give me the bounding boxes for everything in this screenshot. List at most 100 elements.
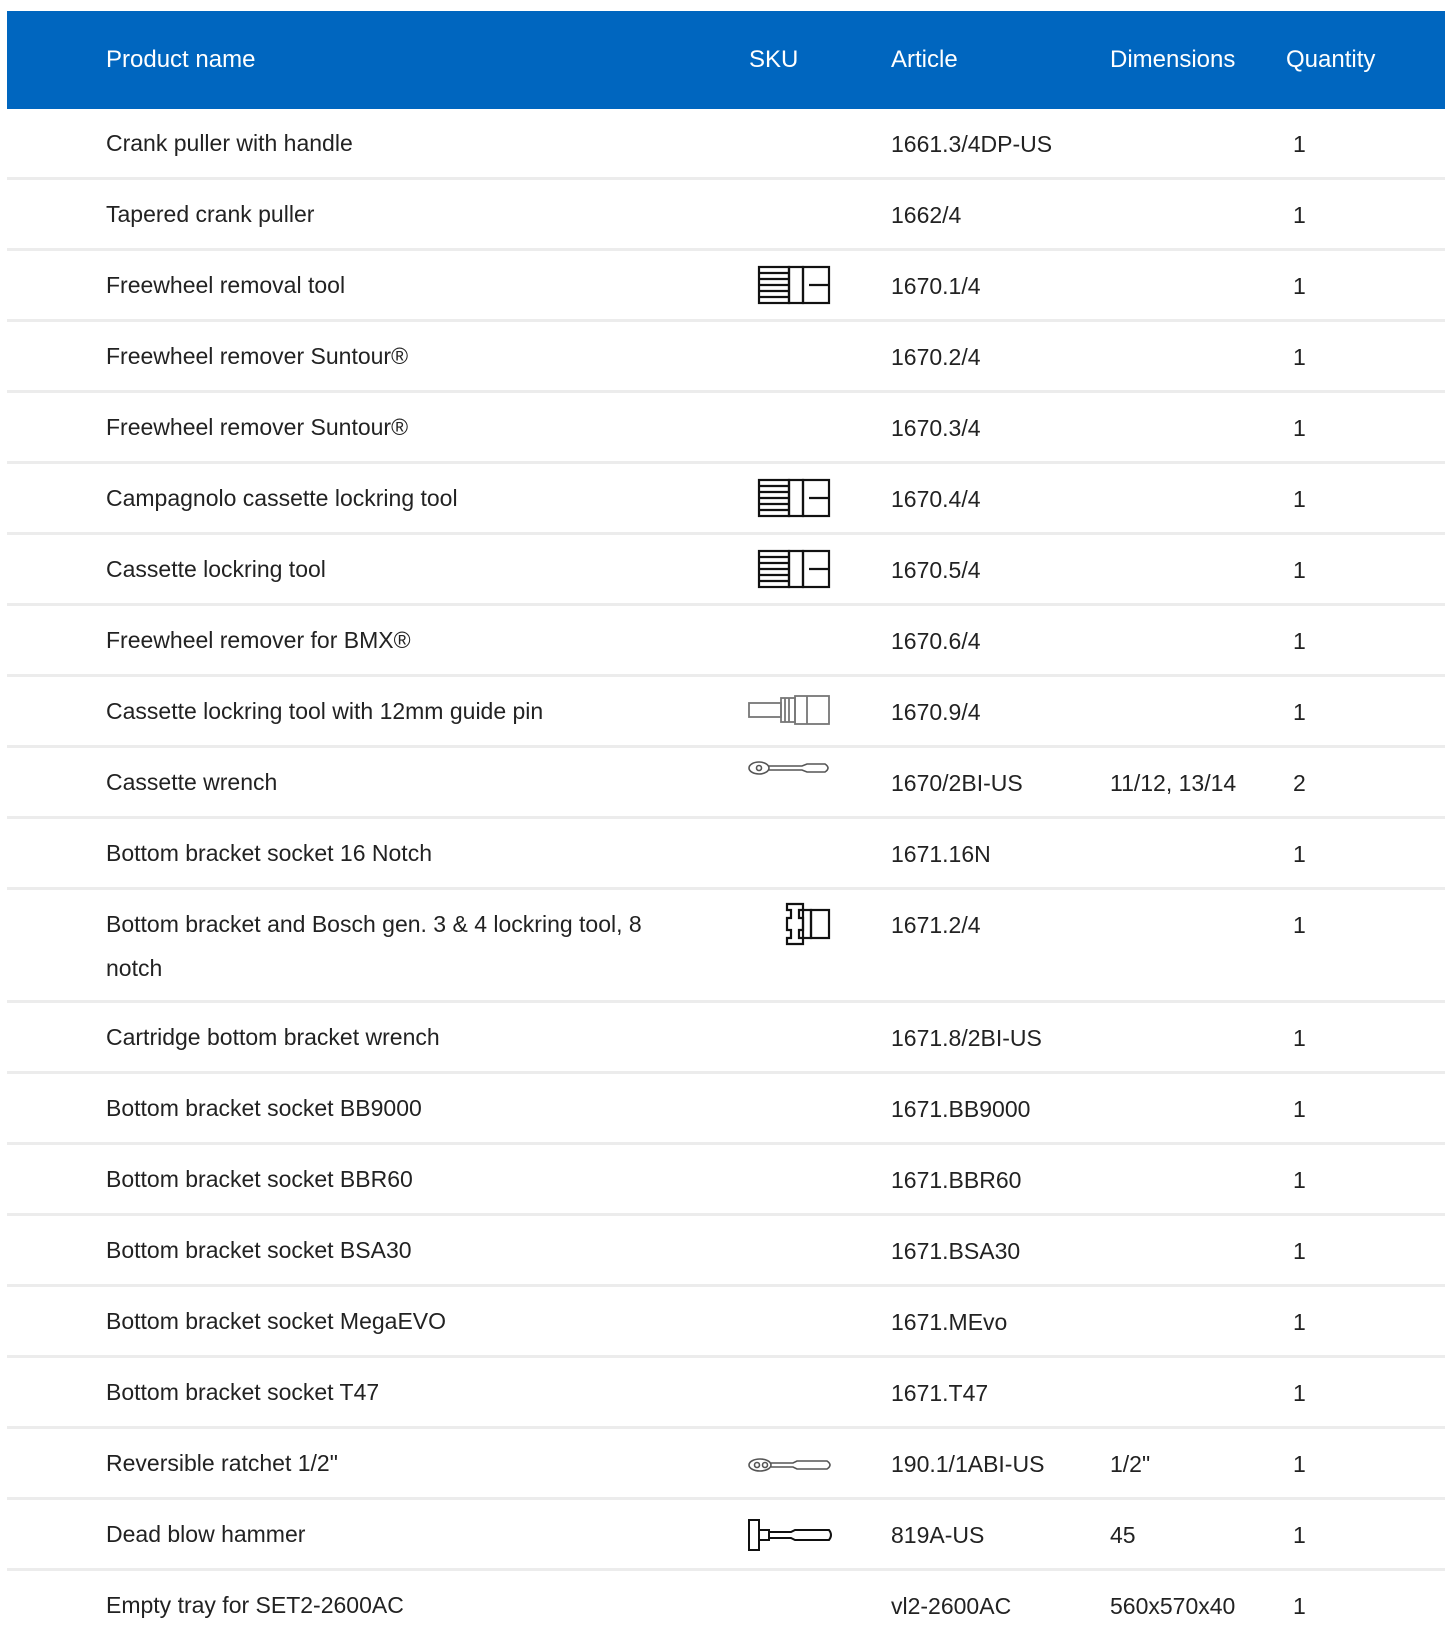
article-cell: 1670.1/4 bbox=[891, 273, 981, 299]
article-cell: 1671.MEvo bbox=[891, 1309, 1008, 1335]
product-name-cell: Cartridge bottom bracket wrench bbox=[106, 1024, 440, 1050]
header-article[interactable]: Article bbox=[891, 46, 958, 74]
header-dimensions[interactable]: Dimensions bbox=[1110, 46, 1235, 74]
article-cell: 1670.6/4 bbox=[891, 628, 981, 654]
table-row: Dead blow hammer 819A-US 45 1 bbox=[7, 1500, 1445, 1571]
product-name-cell: Cassette lockring tool with 12mm guide p… bbox=[106, 698, 544, 724]
product-name-cell: Bottom bracket and Bosch gen. 3 & 4 lock… bbox=[106, 911, 642, 981]
table-row: Crank puller with handle 1661.3/4DP-US 1 bbox=[7, 109, 1445, 180]
article-cell: 1671.8/2BI-US bbox=[891, 1025, 1042, 1051]
socket-icon bbox=[747, 257, 837, 313]
dimensions-cell: 11/12, 13/14 bbox=[1110, 770, 1237, 796]
article-cell: 1671.BSA30 bbox=[891, 1238, 1021, 1264]
quantity-cell: 1 bbox=[1293, 1096, 1306, 1122]
article-cell: 1671.16N bbox=[891, 841, 991, 867]
dimensions-cell: 1/2" bbox=[1110, 1451, 1151, 1477]
table-row: Empty tray for SET2-2600AC vl2-2600AC 560x… bbox=[7, 1571, 1445, 1639]
quantity-cell: 2 bbox=[1293, 770, 1306, 796]
product-name-cell: Dead blow hammer bbox=[106, 1521, 306, 1547]
article-cell: 819A-US bbox=[891, 1522, 985, 1548]
table-row: Bottom bracket socket BSA30 1671.BSA30 1 bbox=[7, 1216, 1445, 1287]
quantity-cell: 1 bbox=[1293, 1238, 1306, 1264]
hammer-icon bbox=[747, 1506, 837, 1562]
quantity-cell: 1 bbox=[1293, 1025, 1306, 1051]
wrench-icon bbox=[747, 754, 837, 810]
quantity-cell: 1 bbox=[1293, 628, 1306, 654]
product-name-cell: Campagnolo cassette lockring tool bbox=[106, 485, 458, 511]
product-name-cell: Bottom bracket socket MegaEVO bbox=[106, 1308, 447, 1334]
article-cell: 1671.BBR60 bbox=[891, 1167, 1022, 1193]
quantity-cell: 1 bbox=[1293, 1451, 1306, 1477]
quantity-cell: 1 bbox=[1293, 131, 1306, 157]
article-cell: vl2-2600AC bbox=[891, 1593, 1012, 1619]
product-name-cell: Bottom bracket socket 16 Notch bbox=[106, 840, 432, 866]
product-table: Product name SKU Article Dimensions Quan… bbox=[7, 11, 1445, 1639]
table-row: Bottom bracket socket BB9000 1671.BB9000 1 bbox=[7, 1074, 1445, 1145]
quantity-cell: 1 bbox=[1293, 344, 1306, 370]
dimensions-cell: 45 bbox=[1110, 1522, 1136, 1548]
article-cell: 1670/2BI-US bbox=[891, 770, 1023, 796]
product-name-cell: Cassette wrench bbox=[106, 769, 278, 795]
product-name-cell: Reversible ratchet 1/2" bbox=[106, 1450, 338, 1476]
table-row: Campagnolo cassette lockring tool 1670.4/… bbox=[7, 464, 1445, 535]
notch-socket-icon bbox=[747, 896, 837, 952]
article-cell: 1671.BB9000 bbox=[891, 1096, 1031, 1122]
article-cell: 1670.9/4 bbox=[891, 699, 981, 725]
header-sku[interactable]: SKU bbox=[749, 46, 798, 74]
table-row: Freewheel remover Suntour® 1670.2/4 1 bbox=[7, 322, 1445, 393]
quantity-cell: 1 bbox=[1293, 912, 1306, 938]
table-header: Product name SKU Article Dimensions Quan… bbox=[7, 11, 1445, 109]
product-name-cell: Empty tray for SET2-2600AC bbox=[106, 1592, 404, 1618]
product-name-cell: Bottom bracket socket BB9000 bbox=[106, 1095, 422, 1121]
article-cell: 1671.T47 bbox=[891, 1380, 989, 1406]
socket-icon bbox=[747, 541, 837, 597]
table-row: Reversible ratchet 1/2" 190.1/1ABI-US 1/2"… bbox=[7, 1429, 1445, 1500]
product-name-cell: Bottom bracket socket BBR60 bbox=[106, 1166, 413, 1192]
article-cell: 1670.5/4 bbox=[891, 557, 981, 583]
ratchet-icon bbox=[747, 1435, 837, 1491]
article-cell: 1670.3/4 bbox=[891, 415, 981, 441]
table-row: Cassette lockring tool 1670.5/4 1 bbox=[7, 535, 1445, 606]
product-name-cell: Bottom bracket socket T47 bbox=[106, 1379, 380, 1405]
table-row: Freewheel removal tool 1670.1/4 1 bbox=[7, 251, 1445, 322]
quantity-cell: 1 bbox=[1293, 1167, 1306, 1193]
table-row: Cartridge bottom bracket wrench 1671.8/2B… bbox=[7, 1003, 1445, 1074]
dimensions-cell: 560x570x40 bbox=[1110, 1593, 1236, 1619]
quantity-cell: 1 bbox=[1293, 1309, 1306, 1335]
article-cell: 1661.3/4DP-US bbox=[891, 131, 1053, 157]
product-name-cell: Crank puller with handle bbox=[106, 130, 353, 156]
table-row: Bottom bracket socket BBR60 1671.BBR60 1 bbox=[7, 1145, 1445, 1216]
quantity-cell: 1 bbox=[1293, 557, 1306, 583]
quantity-cell: 1 bbox=[1293, 1593, 1306, 1619]
table-row: Freewheel remover for BMX® 1670.6/4 1 bbox=[7, 606, 1445, 677]
product-name-cell: Bottom bracket socket BSA30 bbox=[106, 1237, 412, 1263]
article-cell: 1670.4/4 bbox=[891, 486, 981, 512]
article-cell: 1671.2/4 bbox=[891, 912, 981, 938]
product-name-cell: Tapered crank puller bbox=[106, 201, 315, 227]
quantity-cell: 1 bbox=[1293, 486, 1306, 512]
table-row: Cassette lockring tool with 12mm guide p… bbox=[7, 677, 1445, 748]
product-name-cell: Freewheel remover Suntour® bbox=[106, 343, 409, 369]
product-name-cell: Freewheel removal tool bbox=[106, 272, 346, 298]
table-row: Bottom bracket socket 16 Notch 1671.16N 1 bbox=[7, 819, 1445, 890]
article-cell: 1662/4 bbox=[891, 202, 962, 228]
quantity-cell: 1 bbox=[1293, 1380, 1306, 1406]
product-name-cell: Cassette lockring tool bbox=[106, 556, 326, 582]
quantity-cell: 1 bbox=[1293, 699, 1306, 725]
quantity-cell: 1 bbox=[1293, 415, 1306, 441]
header-product-name[interactable]: Product name bbox=[106, 46, 255, 74]
socket-icon bbox=[747, 470, 837, 526]
quantity-cell: 1 bbox=[1293, 1522, 1306, 1548]
product-name-cell: Freewheel remover Suntour® bbox=[106, 414, 409, 440]
pin-socket-icon bbox=[747, 683, 837, 739]
article-cell: 190.1/1ABI-US bbox=[891, 1451, 1045, 1477]
table-row: Freewheel remover Suntour® 1670.3/4 1 bbox=[7, 393, 1445, 464]
table-row: Cassette wrench 1670/2BI-US 11/12, 13/14 2 bbox=[7, 748, 1445, 819]
quantity-cell: 1 bbox=[1293, 841, 1306, 867]
quantity-cell: 1 bbox=[1293, 273, 1306, 299]
product-name-cell: Freewheel remover for BMX® bbox=[106, 627, 411, 653]
table-row: Bottom bracket socket T47 1671.T47 1 bbox=[7, 1358, 1445, 1429]
header-quantity[interactable]: Quantity bbox=[1286, 46, 1375, 74]
quantity-cell: 1 bbox=[1293, 202, 1306, 228]
table-row: Bottom bracket socket MegaEVO 1671.MEvo 1 bbox=[7, 1287, 1445, 1358]
